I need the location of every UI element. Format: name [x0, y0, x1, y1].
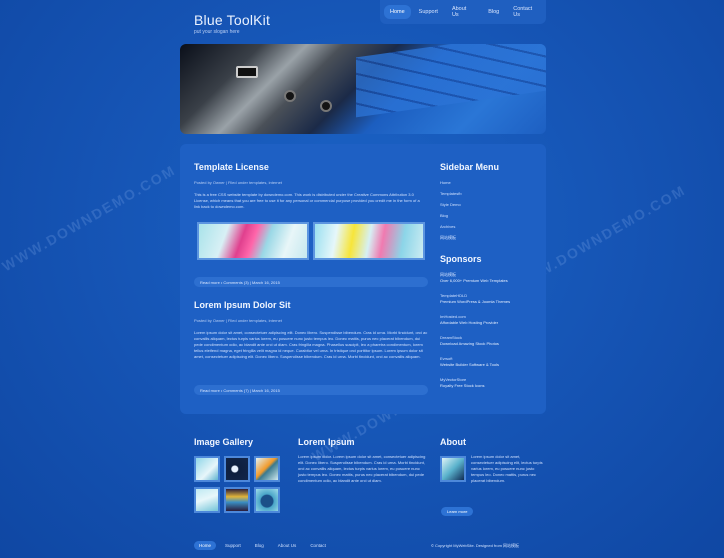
sidebar-menu: Home Templatesfb Style Demo Blog Archive…: [440, 180, 462, 246]
sidebar-item-site-templates[interactable]: 网站模板: [440, 235, 462, 246]
sponsor-desc: Download Amazing Stock Photos: [440, 341, 499, 346]
sidebar-menu-title: Sidebar Menu: [440, 162, 500, 172]
sponsor-desc: Over 6,000+ Premium Web Templates: [440, 278, 508, 283]
copyright-text: © Copyright MyWebSite. Designed from 网站模…: [431, 543, 520, 548]
sidebar-item-style-demo[interactable]: Style Demo: [440, 202, 462, 213]
post-body: Lorem ipsum dolor sit amet, consectetuer…: [194, 330, 428, 359]
nav-support[interactable]: Support: [413, 5, 444, 19]
image-gallery-title: Image Gallery: [194, 437, 254, 447]
watermark: WWW.DOWNDEMO.COM: [0, 161, 179, 275]
gallery-thumb[interactable]: [194, 487, 220, 513]
sponsor-desc: Royalty Free Stock Icons: [440, 383, 485, 388]
top-nav: Home Support About Us Blog Contact Us: [380, 0, 546, 24]
post-title[interactable]: Template License: [194, 162, 269, 172]
footer-nav-support[interactable]: Support: [220, 541, 246, 550]
sponsor-item[interactable]: ImHosted.com Affordable Web Hosting Prov…: [440, 314, 498, 326]
site-brand: Blue ToolKit put your slogan here: [194, 12, 270, 35]
audio-jack-image: [320, 100, 332, 112]
sidebar-item-blog[interactable]: Blog: [440, 213, 462, 224]
gallery-thumb[interactable]: [224, 456, 250, 482]
about-title: About: [440, 437, 466, 447]
footer-nav: Home Support Blog About Us Contact: [194, 541, 331, 550]
gallery-thumb[interactable]: [224, 487, 250, 513]
sidebar-item-home[interactable]: Home: [440, 180, 462, 191]
about-text: Lorem ipsum dolor sit amet, consectetuer…: [471, 454, 543, 483]
site-title[interactable]: Blue ToolKit: [194, 12, 270, 28]
footer-nav-blog[interactable]: Blog: [250, 541, 269, 550]
nav-contact-us[interactable]: Contact Us: [507, 2, 546, 22]
sidebar-item-archives[interactable]: Archives: [440, 224, 462, 235]
footer-nav-contact[interactable]: Contact: [305, 541, 331, 550]
hero-banner: [180, 44, 546, 134]
sponsor-desc: Affordable Web Hosting Provider: [440, 320, 499, 325]
sponsors-title: Sponsors: [440, 254, 482, 264]
post-body: This is a free CSS website template by d…: [194, 192, 420, 209]
sidebar-item-templates[interactable]: Templatesfb: [440, 191, 462, 202]
gallery-thumb[interactable]: [194, 456, 220, 482]
lorem-ipsum-title: Lorem Ipsum: [298, 437, 355, 447]
sponsor-item[interactable]: DreamStock Download Amazing Stock Photos: [440, 335, 499, 347]
post-meta: Posted by Owner | Filed under templates,…: [194, 180, 282, 185]
post-title[interactable]: Lorem Ipsum Dolor Sit: [194, 300, 291, 310]
post-image: [197, 222, 309, 260]
gallery-thumb[interactable]: [254, 487, 280, 513]
post-footer-bar[interactable]: Read more • Comments (7) | March 16, 201…: [194, 385, 428, 395]
usb-port-image: [236, 66, 258, 78]
keyboard-image: [356, 44, 546, 118]
lorem-ipsum-text: Lorem ipsum dolor. Lorem ipsum dolor sit…: [298, 454, 426, 483]
footer-nav-home[interactable]: Home: [194, 541, 217, 550]
nav-blog[interactable]: Blog: [482, 5, 505, 19]
sponsor-desc: Website Builder Software & Tools: [440, 362, 499, 367]
sponsor-item[interactable]: 网站模板 Over 6,000+ Premium Web Templates: [440, 272, 508, 284]
nav-home[interactable]: Home: [384, 5, 411, 19]
sponsor-item[interactable]: TemplateHDLD Premium WordPress & Joomla …: [440, 293, 510, 305]
sponsor-desc: Premium WordPress & Joomla Themes: [440, 299, 511, 304]
audio-jack-image: [284, 90, 296, 102]
learn-more-button[interactable]: Learn more: [441, 507, 474, 516]
sponsor-item[interactable]: Evrsoft Website Builder Software & Tools: [440, 356, 499, 368]
post-image: [313, 222, 425, 260]
footer-nav-about-us[interactable]: About Us: [273, 541, 302, 550]
gallery-thumb[interactable]: [254, 456, 280, 482]
sponsor-item[interactable]: MyVectorStore Royalty Free Stock Icons: [440, 377, 484, 389]
post-meta: Posted by Owner | Filed under templates,…: [194, 318, 282, 323]
site-slogan: put your slogan here: [194, 29, 240, 35]
nav-about-us[interactable]: About Us: [446, 2, 480, 22]
about-image: [440, 456, 466, 482]
post-footer-bar[interactable]: Read more • Comments (3) | March 16, 201…: [194, 277, 428, 287]
